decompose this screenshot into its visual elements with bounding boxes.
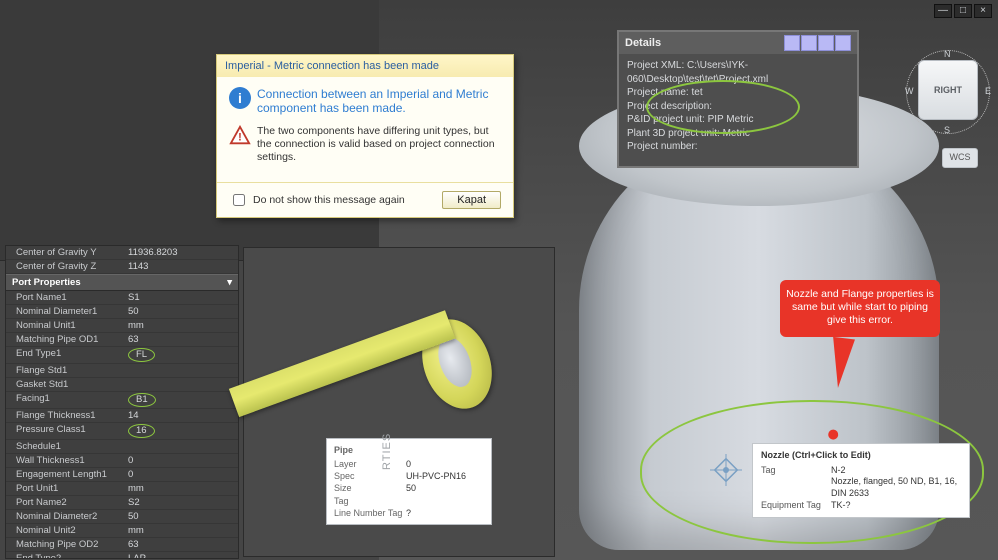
compass-n[interactable]: N: [944, 49, 951, 59]
props-row[interactable]: Matching Pipe OD263: [6, 538, 238, 552]
tooltip-row: Line Number Tag?: [334, 507, 484, 519]
compass-e[interactable]: E: [985, 86, 991, 96]
details-icon-3[interactable]: [818, 35, 834, 51]
compass-s[interactable]: S: [944, 125, 950, 135]
annotation-callout: Nozzle and Flange properties is same but…: [780, 280, 940, 337]
props-row[interactable]: Nominal Unit2mm: [6, 524, 238, 538]
props-row[interactable]: Pressure Class116: [6, 423, 238, 440]
tooltip-row: Layer0: [334, 458, 484, 470]
svg-text:!: !: [238, 132, 242, 144]
props-row[interactable]: Schedule1: [6, 440, 238, 454]
props-row[interactable]: End Type2LAP: [6, 552, 238, 559]
dialog-dont-show[interactable]: Do not show this message again: [229, 191, 405, 209]
props-row[interactable]: Center of Gravity Z1143: [6, 260, 238, 274]
details-name: Project name: tet: [627, 86, 849, 100]
details-pid: P&ID project unit: PIP Metric: [627, 113, 849, 127]
secondary-viewport[interactable]: Pipe Layer0SpecUH-PVC-PN16Size50TagLine …: [243, 247, 555, 557]
warning-icon: !: [229, 125, 257, 147]
props-row[interactable]: Engagement Length10: [6, 468, 238, 482]
props-row[interactable]: Facing1B1: [6, 392, 238, 409]
details-unit: Plant 3D project unit: Metric: [627, 127, 849, 141]
pipe-tooltip: Pipe Layer0SpecUH-PVC-PN16Size50TagLine …: [326, 438, 492, 525]
window-min[interactable]: —: [934, 4, 952, 18]
chevron-down-icon[interactable]: ▾: [227, 277, 232, 288]
window-max[interactable]: □: [954, 4, 972, 18]
details-num: Project number:: [627, 140, 849, 154]
dialog-heading: Connection between an Imperial and Metri…: [257, 87, 501, 115]
dialog-text: The two components have differing unit t…: [257, 125, 501, 164]
wcs-label[interactable]: WCS: [942, 148, 978, 168]
pipe-tooltip-title: Pipe: [334, 444, 484, 456]
window-close[interactable]: ×: [974, 4, 992, 18]
tooltip-row: Tag: [334, 495, 484, 507]
nozzle-tooltip-title: Nozzle (Ctrl+Click to Edit): [761, 450, 961, 462]
props-row[interactable]: Center of Gravity Y11936.8203: [6, 246, 238, 260]
dialog-close-button[interactable]: Kapat: [442, 191, 501, 209]
details-icon-2[interactable]: [801, 35, 817, 51]
props-section-title: Port Properties: [12, 277, 81, 288]
props-row[interactable]: Matching Pipe OD163: [6, 333, 238, 347]
details-icon-4[interactable]: [835, 35, 851, 51]
properties-side-label: RTIES: [381, 433, 393, 470]
details-xml: Project XML: C:\Users\IYK-060\Desktop\te…: [627, 59, 849, 86]
props-row[interactable]: Nominal Diameter250: [6, 510, 238, 524]
details-title: Details: [625, 37, 661, 49]
props-row[interactable]: Flange Thickness114: [6, 409, 238, 423]
compass-w[interactable]: W: [905, 86, 914, 96]
properties-palette[interactable]: Center of Gravity Y11936.8203Center of G…: [5, 245, 239, 559]
nozzle-tooltip: Nozzle (Ctrl+Click to Edit) TagN-2Nozzle…: [752, 443, 970, 518]
props-row[interactable]: Port Name2S2: [6, 496, 238, 510]
details-icon-1[interactable]: [784, 35, 800, 51]
details-desc: Project description:: [627, 100, 849, 114]
tooltip-row: Equipment TagTK-?: [761, 500, 961, 512]
tooltip-row: TagN-2: [761, 465, 961, 477]
info-icon: i: [229, 87, 251, 109]
pipe-model: [229, 310, 455, 417]
tooltip-row: Size50: [334, 482, 484, 494]
props-row[interactable]: Port Name1S1: [6, 291, 238, 305]
dialog-title: Imperial - Metric connection has been ma…: [217, 55, 513, 77]
props-row[interactable]: Port Unit1mm: [6, 482, 238, 496]
viewcube[interactable]: RIGHT: [918, 60, 978, 120]
props-row[interactable]: Nominal Diameter150: [6, 305, 238, 319]
props-row[interactable]: End Type1FL: [6, 347, 238, 364]
props-row[interactable]: Wall Thickness10: [6, 454, 238, 468]
tooltip-row: SpecUH-PVC-PN16: [334, 470, 484, 482]
unit-connection-dialog: Imperial - Metric connection has been ma…: [216, 54, 514, 218]
props-row[interactable]: Nominal Unit1mm: [6, 319, 238, 333]
props-row[interactable]: Flange Std1: [6, 364, 238, 378]
tooltip-row: Nozzle, flanged, 50 ND, B1, 16, DIN 2633: [761, 476, 961, 499]
details-panel: Details Project XML: C:\Users\IYK-060\De…: [617, 30, 859, 168]
props-row[interactable]: Gasket Std1: [6, 378, 238, 392]
dont-show-checkbox[interactable]: [233, 194, 245, 206]
nozzle-glyph-icon: [708, 452, 744, 488]
